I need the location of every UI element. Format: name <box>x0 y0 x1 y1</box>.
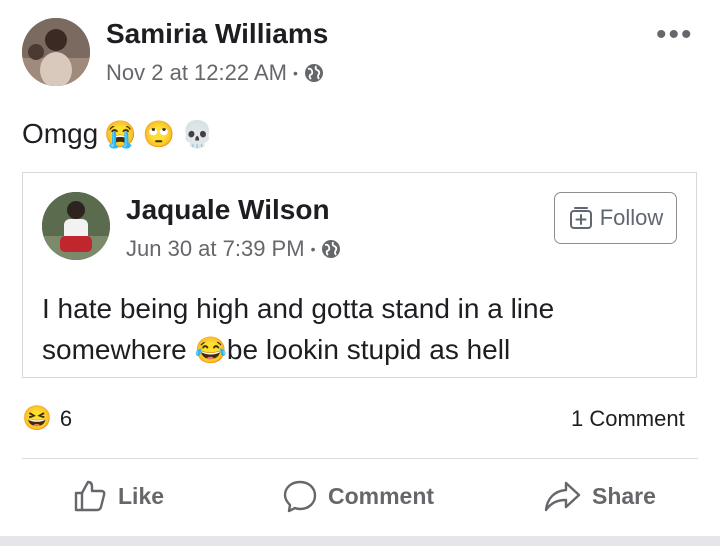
avatar-photo <box>22 18 90 86</box>
shared-meta-separator: • <box>310 241 316 257</box>
globe-icon <box>304 64 323 82</box>
like-button[interactable]: Like <box>72 478 164 514</box>
comment-bubble-icon <box>283 480 317 513</box>
post-text: Omgg 😭 🙄 💀 <box>22 118 213 150</box>
meta-separator: • <box>293 65 298 81</box>
author-avatar[interactable] <box>22 18 90 86</box>
shared-author-avatar[interactable] <box>42 192 110 260</box>
skull-emoji: 💀 <box>181 118 214 149</box>
shared-text-line-2: somewhere 😂be lookin stupid as hell <box>42 329 682 371</box>
shared-text-line-1: I hate being high and gotta stand in a l… <box>42 293 555 324</box>
reactions-summary[interactable]: 😆 6 <box>22 404 72 433</box>
thumbs-up-icon <box>74 480 106 512</box>
follow-label: Follow <box>599 205 664 230</box>
share-button[interactable]: Share <box>542 478 656 514</box>
shared-post-timestamp[interactable]: Jun 30 at 7:39 PM <box>126 236 305 262</box>
shared-avatar-photo <box>42 192 110 260</box>
haha-reaction-icon: 😆 <box>22 405 52 432</box>
share-label: Share <box>592 482 656 509</box>
like-label: Like <box>118 482 165 509</box>
more-options-icon[interactable]: ••• <box>656 20 694 50</box>
bottom-separator <box>0 536 720 546</box>
post-timestamp[interactable]: Nov 2 at 12:22 AM <box>106 60 287 86</box>
author-name[interactable]: Samiria Williams <box>106 18 328 50</box>
add-page-icon <box>569 207 592 229</box>
shared-author-name[interactable]: Jaquale Wilson <box>126 194 330 226</box>
laughing-tears-emoji: 😂 <box>194 335 227 365</box>
shared-post-text: I hate being high and gotta stand in a l… <box>42 288 682 371</box>
post-text-content: Omgg <box>22 118 99 149</box>
globe-icon <box>322 240 341 258</box>
divider <box>22 458 698 459</box>
reaction-count: 6 <box>59 405 73 431</box>
share-arrow-icon <box>544 481 581 512</box>
follow-button[interactable]: Follow <box>554 192 677 244</box>
post-meta: Nov 2 at 12:22 AM • <box>106 60 324 86</box>
crying-emoji: 😭 <box>104 118 137 149</box>
comment-count[interactable]: 1 Comment <box>571 406 685 432</box>
shared-post-meta: Jun 30 at 7:39 PM • <box>126 236 341 262</box>
comment-label: Comment <box>328 482 435 509</box>
eye-roll-emoji: 🙄 <box>142 118 175 149</box>
comment-button[interactable]: Comment <box>282 478 434 514</box>
